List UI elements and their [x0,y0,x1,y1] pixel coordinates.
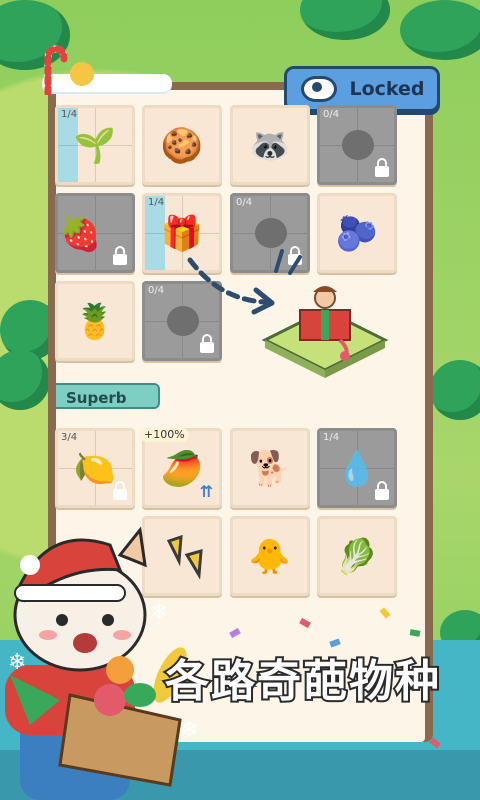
progress-count: 0/4 [323,109,340,120]
locked-species-card[interactable]: 1/4 💧 [317,428,397,508]
mango-creature-icon: 🥭 [160,449,204,490]
shiba-dog-icon: 🐕 [248,449,292,490]
species-card[interactable]: 🐥 [230,516,310,596]
raccoon-creature-icon: 🦝 [248,126,292,167]
species-card[interactable]: 🍪 [142,105,222,185]
pineapple-creature-icon: 🍍 [73,302,117,343]
locked-label: Locked [349,78,425,100]
section-label-superb: Superb [56,383,160,409]
blue-drop-creature-icon: 💧 [335,449,379,490]
progress-count: 3/4 [61,432,78,443]
species-card[interactable]: 🦝 [230,105,310,185]
species-card[interactable]: 1/4 🌱 [55,105,135,185]
green-bean-creature-icon: 🌱 [73,126,117,167]
snowflake-icon: ❄ [150,600,169,625]
lock-icon [200,334,214,353]
progress-count: 1/4 [148,197,165,208]
bauble-icon [70,62,94,86]
progress-count: 0/4 [236,197,253,208]
green-onion-icon: 🥬 [335,537,379,578]
species-card[interactable]: 🥬 [317,516,397,596]
progress-count: 1/4 [323,432,340,443]
silhouette [342,130,374,160]
bush [400,0,480,60]
duck-creature-icon: 🐥 [248,537,292,578]
gingerbread-man-icon: 🍪 [160,126,204,167]
locked-species-card[interactable]: 🍓 [55,193,135,273]
unwrapped-gift-scene [261,286,389,378]
species-card[interactable]: 🐕 [230,428,310,508]
promo-title: 各路奇葩物种 [165,656,441,707]
progress-count: 0/4 [148,285,165,296]
eye-icon [301,76,337,102]
lemon-creature-icon: 🍋 [73,449,117,490]
locked-species-card[interactable]: 0/4 [317,105,397,185]
lock-icon [113,481,127,500]
bonus-badge: +100% [140,428,189,442]
boost-arrows-icon: ⇈ [199,482,213,501]
progress-count: 1/4 [61,109,78,120]
lock-icon [375,481,389,500]
black-seed-creature-icon: 🫐 [335,214,379,255]
candy-cane-icon [44,45,68,95]
strawberry-creature-icon: 🍓 [59,214,102,255]
species-card[interactable]: 🍍 [55,281,135,361]
snowflake-icon: ❄ [180,718,199,743]
species-card[interactable]: 3/4 🍋 [55,428,135,508]
snowflake-icon: ❄ [8,650,27,675]
lock-icon [375,158,389,177]
species-card[interactable]: 🫐 [317,193,397,273]
sparkle-icon [274,249,302,275]
lock-icon [113,246,127,265]
